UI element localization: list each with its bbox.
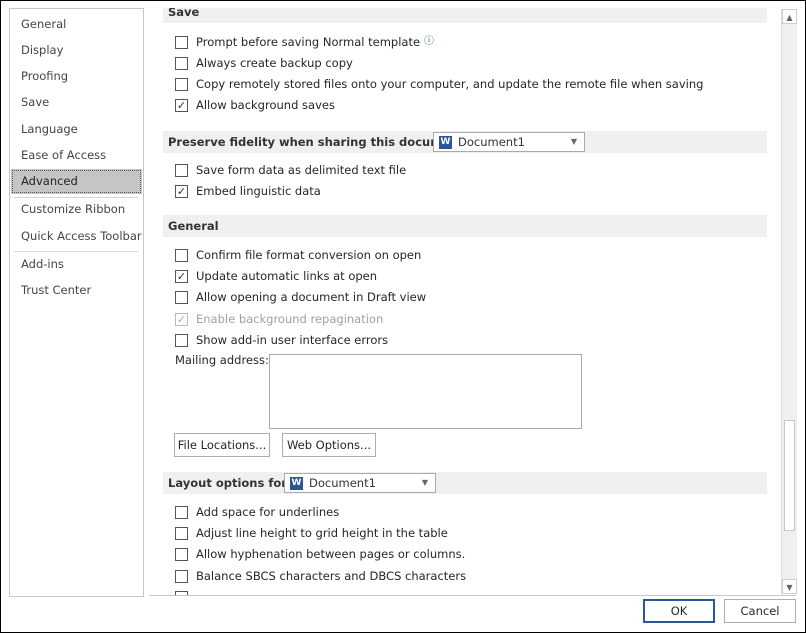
checkbox-icon[interactable]	[175, 526, 188, 540]
sidebar-item-language[interactable]: Language	[11, 117, 142, 142]
mailing-address-input[interactable]	[269, 354, 582, 429]
cancel-button[interactable]: Cancel	[724, 599, 796, 623]
chevron-down-icon: ▼	[421, 478, 428, 487]
word-document-icon: W	[439, 135, 452, 149]
sidebar-item-add-ins[interactable]: Add-ins	[11, 252, 142, 277]
sidebar-item-save[interactable]: Save	[11, 90, 142, 115]
checkbox-balance-sbcs-dbcs[interactable]: Balance SBCS characters and DBCS charact…	[175, 567, 466, 585]
section-header-fidelity: Preserve fidelity when sharing this docu…	[163, 131, 767, 153]
checkbox-addin-errors[interactable]: Show add-in user interface errors	[175, 331, 388, 349]
checkmark-icon: ✓	[175, 312, 188, 326]
checkbox-icon[interactable]	[175, 290, 188, 304]
checkbox-allow-hyphenation[interactable]: Allow hyphenation between pages or colum…	[175, 545, 465, 563]
checkbox-icon[interactable]	[175, 77, 188, 91]
checkmark-icon[interactable]: ✓	[175, 98, 188, 112]
checkbox-embed-linguistic[interactable]: ✓ Embed linguistic data	[175, 182, 321, 200]
checkbox-draft-view[interactable]: Allow opening a document in Draft view	[175, 288, 426, 306]
file-locations-button[interactable]: File Locations...	[174, 433, 270, 457]
checkbox-always-backup[interactable]: Always create backup copy	[175, 54, 353, 72]
checkbox-prompt-normal-template[interactable]: Prompt before saving Normal template ⓘ	[175, 33, 434, 51]
sidebar-item-customize-ribbon[interactable]: Customize Ribbon	[11, 197, 142, 222]
sidebar-item-trust-center[interactable]: Trust Center	[11, 278, 142, 303]
sidebar-item-advanced[interactable]: Advanced	[11, 169, 142, 194]
sidebar-item-quick-access-toolbar[interactable]: Quick Access Toolbar	[11, 224, 142, 249]
sidebar-item-ease-of-access[interactable]: Ease of Access	[11, 143, 142, 168]
info-circle-icon: ⓘ	[424, 36, 435, 47]
word-document-icon: W	[290, 476, 303, 490]
checkbox-space-underlines[interactable]: Add space for underlines	[175, 503, 339, 521]
chevron-down-icon: ▼	[570, 137, 577, 146]
scrollbar-thumb[interactable]	[784, 420, 795, 531]
scroll-up-arrow-icon[interactable]: ▲	[782, 9, 797, 24]
checkbox-icon[interactable]	[175, 505, 188, 519]
web-options-button[interactable]: Web Options...	[282, 433, 376, 457]
section-header-general: General	[163, 215, 767, 237]
sidebar-item-display[interactable]: Display	[11, 38, 142, 63]
checkbox-adjust-line-height[interactable]: Adjust line height to grid height in the…	[175, 524, 448, 542]
ok-button[interactable]: OK	[643, 599, 715, 623]
fidelity-title: Preserve fidelity when sharing this docu…	[168, 135, 469, 149]
vertical-scrollbar[interactable]: ▲ ▼	[781, 9, 797, 594]
checkbox-confirm-conversion[interactable]: Confirm file format conversion on open	[175, 246, 421, 264]
section-header-layout: Layout options for: W Document1 ▼	[163, 472, 767, 494]
checkbox-update-links[interactable]: ✓ Update automatic links at open	[175, 267, 377, 285]
checkbox-icon[interactable]	[175, 35, 188, 49]
checkmark-icon[interactable]: ✓	[175, 184, 188, 198]
checkbox-icon[interactable]	[175, 333, 188, 347]
advanced-options-panel: Save Prompt before saving Normal templat…	[150, 8, 780, 595]
checkbox-icon[interactable]	[175, 163, 188, 177]
checkbox-icon[interactable]	[175, 248, 188, 262]
sidebar-item-general[interactable]: General	[11, 12, 142, 37]
fidelity-document-dropdown[interactable]: W Document1 ▼	[433, 132, 585, 152]
checkmark-icon[interactable]: ✓	[175, 269, 188, 283]
checkbox-background-saves[interactable]: ✓ Allow background saves	[175, 96, 335, 114]
checkbox-icon[interactable]	[175, 56, 188, 70]
checkbox-copy-remote-files[interactable]: Copy remotely stored files onto your com…	[175, 75, 703, 93]
scroll-down-arrow-icon[interactable]: ▼	[782, 579, 797, 594]
checkbox-icon[interactable]	[175, 547, 188, 561]
mailing-address-label: Mailing address:	[175, 353, 269, 367]
checkbox-save-form-data[interactable]: Save form data as delimited text file	[175, 161, 406, 179]
options-sidebar: General Display Proofing Save Language E…	[9, 8, 144, 597]
layout-document-dropdown[interactable]: W Document1 ▼	[284, 473, 436, 493]
sidebar-item-proofing[interactable]: Proofing	[11, 64, 142, 89]
checkbox-background-repagination: ✓ Enable background repagination	[175, 312, 384, 326]
section-header-save: Save	[163, 8, 767, 23]
footer-divider	[150, 595, 796, 596]
layout-title: Layout options for:	[168, 476, 292, 490]
checkbox-partial[interactable]	[175, 588, 196, 595]
checkbox-icon[interactable]	[175, 569, 188, 583]
